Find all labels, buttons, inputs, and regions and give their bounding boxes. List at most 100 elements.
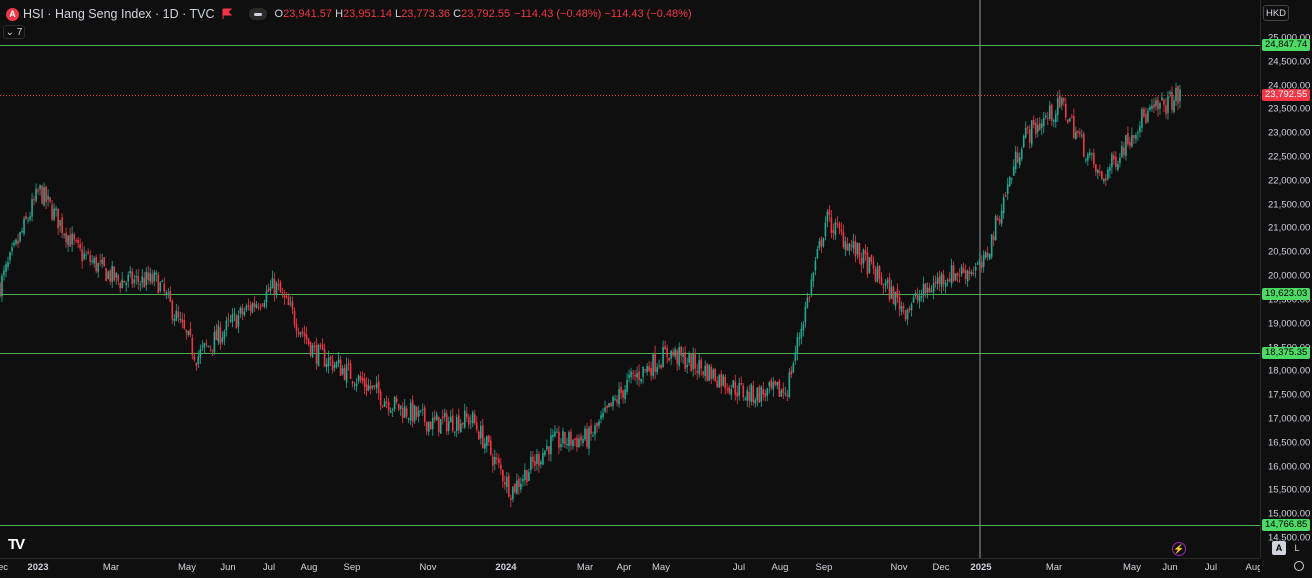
candle-body [295,324,298,332]
tradingview-logo[interactable]: TV [8,536,25,553]
candle-body [271,278,274,289]
level-price-label[interactable]: 18,375.35 [1262,347,1311,360]
candle-body [1105,178,1107,181]
candle-body [584,428,586,440]
price-chart[interactable] [0,0,1260,558]
time-tick-label: 2023 [27,562,49,573]
candle-body [253,302,256,307]
candle-body [510,498,512,500]
time-tick-label: Nov [419,562,437,573]
candle-body [27,219,29,221]
candle-body [1167,96,1169,113]
candle-body [1042,118,1045,127]
candle-body [788,372,791,398]
candle-body [760,386,763,402]
candle-body [1050,104,1053,121]
candle-body [1171,91,1173,110]
time-tick-label: Mar [1045,562,1063,573]
candle-body [834,222,837,236]
candle-body [1147,110,1149,122]
candle-body [269,287,272,291]
symbol-title[interactable]: HSI · Hang Seng Index · 1D · TVC [23,7,215,21]
candle-body [79,244,81,249]
price-tick-label: 23,500.00 [1268,103,1311,115]
candle-body [720,373,723,387]
candle-body [217,325,220,342]
candle-body [738,382,741,396]
candle-body [912,297,915,303]
candle-body [385,401,388,403]
candle-body [732,380,735,388]
candle-body [65,232,67,243]
currency-selector[interactable]: HKD [1263,5,1289,21]
candle-body [932,283,935,293]
indicators-toggle[interactable]: ⌄ 7 [3,25,25,39]
candle-body [504,482,506,485]
candle-body [1133,135,1135,139]
candle-body [161,280,164,282]
candle-body [778,380,781,397]
candle-body [870,254,873,262]
last-price-label[interactable]: 23,792.55 [1262,89,1311,102]
candle-body [552,434,554,438]
candle-body [1010,178,1013,180]
candle-body [257,306,260,308]
candle-body [674,349,676,357]
bolt-icon[interactable]: ⚡ [1172,542,1186,556]
level-price-label[interactable]: 14,766.85 [1262,519,1311,532]
flag-icon[interactable] [221,8,233,20]
candle-body [746,390,749,401]
candle-body [63,234,65,236]
candle-body [143,277,146,288]
auto-scale-button[interactable]: A [1272,541,1286,555]
candle-body [401,407,404,419]
candle-body [57,208,59,229]
candle-body [644,369,646,371]
time-axis[interactable]: ec 2023 Mar May Jun Jul Aug Sep Nov 2024 Mar Apr May… [0,558,1262,578]
candle-body [1073,115,1075,138]
candle-body [87,252,89,254]
candle-body [602,412,604,418]
candle-body [13,242,15,246]
time-tick-label: 2025 [970,562,992,573]
candle-body [103,257,105,267]
settings-gear-icon[interactable] [1294,561,1304,571]
candle-body [610,402,612,407]
ohlc-values: O23,941.57 H23,951.14 L23,773.36 C23,792… [275,8,511,20]
level-price-label[interactable]: 19,623.03 [1262,288,1311,301]
candle-body [806,297,809,308]
candle-body [566,443,568,445]
candle-body [642,366,644,377]
candle-body [121,279,124,289]
level-price-label[interactable]: 24,847.74 [1262,39,1311,52]
candle-body [766,388,769,396]
chart-pane[interactable]: A HSI · Hang Seng Index · 1D · TVC O23,9… [0,0,1260,558]
candle-body [255,304,258,308]
symbol-logo-icon: A [6,7,19,21]
candle-body [920,295,923,298]
candle-body [860,257,863,266]
hide-series-icon[interactable] [248,8,267,20]
candle-body [856,242,859,255]
candle-body [357,375,360,382]
candle-body [902,306,905,309]
candle-body [1115,156,1117,167]
candle-body [1056,98,1059,115]
candle-body [1030,120,1033,145]
price-tick-label: 23,000.00 [1268,127,1311,139]
candle-body [1067,119,1069,123]
candle-body [1081,135,1083,137]
candle-body [31,199,33,217]
candle-body [512,486,514,500]
candle-body [1069,118,1071,122]
time-tick-label: Jul [262,562,276,573]
candle-body [516,480,518,494]
candle-body [502,470,504,482]
candle-body [261,305,264,307]
candle-body [429,421,432,430]
candle-body [1058,95,1061,108]
candle-body [11,247,13,252]
candle-body [710,366,713,379]
candle-body [990,234,993,257]
log-scale-button[interactable]: L [1290,541,1304,555]
